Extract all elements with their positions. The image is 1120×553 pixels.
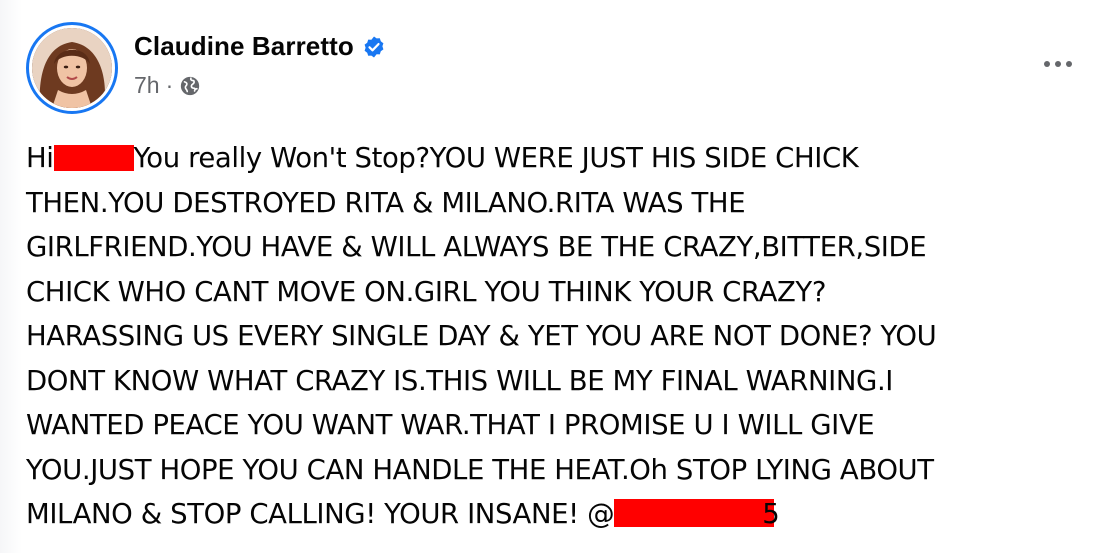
post-text-line: WANTED PEACE YOU WANT WAR.THAT I PROMISE… xyxy=(26,409,875,441)
post-text-segment: Hi xyxy=(26,142,54,174)
avatar-story-ring[interactable] xyxy=(26,22,118,114)
post-timestamp[interactable]: 7h xyxy=(134,72,160,99)
more-dot xyxy=(1066,61,1072,67)
post-header: Claudine Barretto 7h · xyxy=(26,22,386,114)
more-dot xyxy=(1055,61,1061,67)
post-text-line: DONT KNOW WHAT CRAZY IS.THIS WILL BE MY … xyxy=(26,364,894,397)
post-text-line: HARASSING US EVERY SINGLE DAY & YET YOU … xyxy=(26,320,937,352)
more-options-button[interactable] xyxy=(1036,52,1080,76)
post-text: Hi You really Won't Stop?YOU WERE JUST HI… xyxy=(26,136,1106,537)
facebook-post: Claudine Barretto 7h · Hi You really Won… xyxy=(0,0,1120,553)
post-text-line: Hi You really Won't Stop?YOU WERE JUST HI… xyxy=(26,136,1106,181)
more-dot xyxy=(1044,61,1050,67)
post-subtitle: 7h · xyxy=(134,72,386,99)
post-text-line: MILANO & STOP CALLING! YOUR INSANE! @ 5 xyxy=(26,492,1106,537)
post-text-line: GIRLFRIEND.YOU HAVE & WILL ALWAYS BE THE… xyxy=(26,231,927,263)
post-text-segment: You really Won't Stop?YOU WERE JUST HIS … xyxy=(133,142,859,174)
mention-tail[interactable]: 5 xyxy=(762,498,780,530)
author-name[interactable]: Claudine Barretto xyxy=(134,31,354,62)
author-row: Claudine Barretto xyxy=(134,31,386,62)
avatar-photo-icon xyxy=(32,28,112,108)
redaction-box xyxy=(53,145,134,171)
globe-icon[interactable] xyxy=(179,75,201,97)
post-meta: Claudine Barretto 7h · xyxy=(134,31,386,99)
avatar[interactable] xyxy=(32,28,112,108)
post-text-line: YOU.JUST HOPE YOU CAN HANDLE THE HEAT.Oh… xyxy=(26,453,934,486)
redaction-box xyxy=(614,499,775,527)
post-text-segment: MILANO & STOP CALLING! YOUR INSANE! @ xyxy=(26,498,615,530)
separator-dot: · xyxy=(165,72,174,98)
post-text-line: CHICK WHO CANT MOVE ON.GIRL YOU THINK YO… xyxy=(26,275,827,308)
post-text-line: THEN.YOU DESTROYED RITA & MILANO.RITA WA… xyxy=(26,186,746,219)
verified-badge-icon xyxy=(362,35,386,59)
